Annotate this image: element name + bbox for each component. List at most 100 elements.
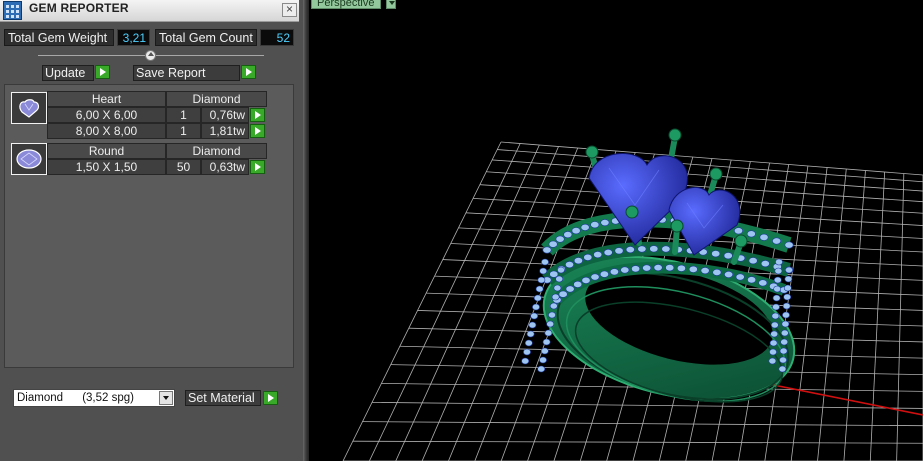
update-go-icon[interactable]	[95, 65, 110, 79]
pave-stone	[551, 293, 560, 301]
pave-stone	[599, 270, 609, 278]
pave-stone	[537, 276, 546, 284]
pave-stone	[773, 276, 782, 284]
pave-stone	[571, 227, 581, 235]
pave-stone	[590, 273, 600, 281]
pave-stone	[535, 285, 544, 293]
update-button[interactable]: Update	[42, 65, 94, 81]
round-gem-icon	[11, 143, 47, 175]
pave-stone	[758, 279, 768, 287]
pave-stone	[542, 338, 551, 346]
pave-stone	[665, 264, 675, 272]
pave-stone	[724, 270, 734, 278]
pave-stone	[779, 356, 787, 364]
viewport-scene	[342, 128, 923, 461]
pave-stone	[768, 357, 777, 365]
gem-weight: 1,81tw	[201, 123, 249, 139]
pave-stone	[748, 257, 758, 265]
gem-size: 8,00 X 8,00	[47, 123, 166, 139]
gem-material-heart: Diamond	[166, 91, 267, 107]
pave-stone	[780, 338, 789, 346]
pave-stone	[700, 267, 710, 275]
grid-line	[492, 159, 923, 192]
total-gem-count-label: Total Gem Count	[155, 29, 257, 46]
pave-stone	[533, 294, 542, 302]
select-gem-go-icon[interactable]	[250, 160, 265, 174]
ring-model	[521, 128, 796, 403]
pave-stone	[549, 302, 558, 310]
pave-stone	[539, 267, 548, 275]
pave-stone	[771, 312, 780, 320]
pave-stone	[580, 223, 590, 231]
close-icon[interactable]: ×	[282, 3, 297, 17]
pave-stone	[775, 258, 783, 266]
3d-viewport[interactable]: Perspective	[309, 0, 923, 461]
pave-stone	[620, 266, 630, 274]
pave-stone	[609, 268, 619, 276]
pave-stone	[769, 348, 777, 356]
pave-stone	[770, 321, 779, 329]
pave-stone	[564, 261, 574, 269]
gem-weight: 0,63tw	[201, 159, 249, 175]
gem-material-round: Diamond	[166, 143, 267, 159]
total-gem-count-value: 52	[260, 29, 294, 46]
pave-stone	[614, 247, 624, 255]
material-select[interactable]: Diamond (3,52 spg)	[13, 389, 175, 407]
pave-stone	[526, 330, 535, 338]
total-gem-weight-value: 3,21	[117, 29, 150, 46]
save-report-go-icon[interactable]	[241, 65, 256, 79]
grid-line	[372, 401, 923, 409]
pave-stone	[558, 290, 568, 298]
gem-count: 50	[166, 159, 201, 175]
pave-stone	[735, 273, 745, 281]
pave-stone	[583, 253, 593, 261]
gem-shape-round: Round	[47, 143, 166, 159]
gem-count: 1	[166, 123, 201, 139]
set-material-button[interactable]: Set Material	[185, 390, 261, 406]
pave-stone	[649, 245, 659, 253]
pave-stone	[723, 252, 733, 260]
panel-splitter-handle[interactable]	[145, 50, 156, 61]
gem-count: 1	[166, 107, 201, 123]
pave-stone	[590, 221, 600, 229]
pave-stone	[782, 311, 790, 319]
pave-stone	[548, 240, 558, 248]
pave-stone	[712, 268, 722, 276]
pave-stone	[770, 330, 779, 338]
pave-stone	[563, 231, 573, 239]
pave-stone	[542, 246, 552, 254]
pave-stone	[573, 257, 583, 265]
pave-stone	[528, 321, 537, 329]
pave-stone	[773, 285, 782, 293]
pave-stone	[642, 264, 652, 272]
pave-stone	[783, 284, 792, 292]
pave-stone	[780, 329, 789, 337]
select-gem-go-icon[interactable]	[250, 124, 265, 138]
title-bar[interactable]: GEM REPORTER ×	[0, 0, 299, 22]
select-gem-go-icon[interactable]	[250, 108, 265, 122]
grid-line	[421, 146, 559, 461]
grid-line	[869, 171, 886, 461]
pave-stone	[521, 357, 530, 365]
pave-stone	[688, 265, 698, 273]
pave-stone	[546, 320, 555, 328]
heart-gem-icon	[11, 92, 47, 124]
set-material-go-icon[interactable]	[263, 391, 278, 405]
save-report-button[interactable]: Save Report	[133, 65, 240, 81]
grid-line	[342, 141, 502, 461]
pave-stone	[778, 365, 787, 373]
pave-stone	[537, 365, 546, 373]
pave-stone	[523, 348, 531, 356]
chevron-down-icon[interactable]	[159, 391, 173, 405]
pave-stone	[603, 249, 613, 257]
pave-stone	[541, 258, 549, 266]
pave-stone	[772, 237, 782, 245]
pave-stone	[593, 251, 603, 259]
pave-stone	[532, 303, 540, 311]
pave-stone	[625, 246, 635, 254]
gem-size: 6,00 X 6,00	[47, 107, 166, 123]
pave-stone	[785, 266, 793, 274]
pave-stone	[530, 312, 539, 320]
pave-stone	[747, 276, 757, 284]
gem-shape-heart: Heart	[47, 91, 166, 107]
